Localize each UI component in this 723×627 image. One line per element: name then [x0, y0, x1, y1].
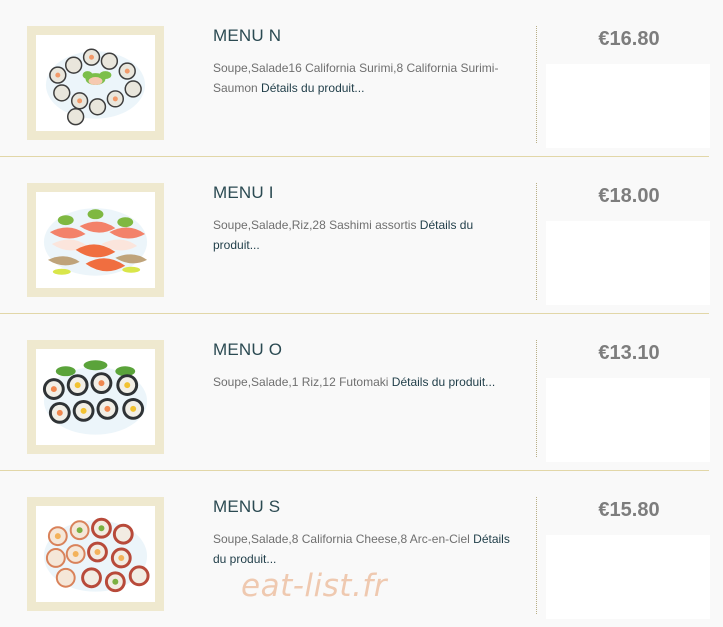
- add-to-cart-area[interactable]: [546, 221, 710, 305]
- menu-info: MENU S Soupe,Salade,8 California Cheese,…: [213, 497, 523, 569]
- menu-description: Soupe,Salade16 California Surimi,8 Calif…: [213, 58, 523, 98]
- column-divider: [536, 183, 537, 300]
- california-rolls-image[interactable]: [36, 506, 155, 602]
- menu-list: MENU N Soupe,Salade16 California Surimi,…: [0, 0, 723, 627]
- product-image-frame[interactable]: [27, 497, 164, 611]
- sashimi-assortment-image[interactable]: [36, 192, 155, 288]
- menu-info: MENU I Soupe,Salade,Riz,28 Sashimi assor…: [213, 183, 523, 255]
- menu-price: €13.10: [598, 342, 660, 364]
- menu-price: €15.80: [598, 499, 660, 521]
- menu-price: €16.80: [598, 28, 660, 50]
- add-to-cart-area[interactable]: [546, 378, 710, 462]
- product-details-link[interactable]: Détails du produit...: [392, 375, 495, 389]
- column-divider: [536, 497, 537, 614]
- add-to-cart-area[interactable]: [546, 535, 710, 619]
- menu-price: €18.00: [598, 185, 660, 207]
- product-image-frame[interactable]: [27, 26, 164, 140]
- watermark: eat-list.fr: [241, 568, 387, 604]
- product-image-frame[interactable]: [27, 340, 164, 454]
- menu-title[interactable]: MENU N: [213, 26, 523, 46]
- menu-title[interactable]: MENU S: [213, 497, 523, 517]
- menu-item: MENU N Soupe,Salade16 California Surimi,…: [0, 0, 710, 157]
- menu-title[interactable]: MENU I: [213, 183, 523, 203]
- futomaki-image[interactable]: [36, 349, 155, 445]
- menu-item: MENU I Soupe,Salade,Riz,28 Sashimi assor…: [0, 157, 710, 314]
- menu-info: MENU N Soupe,Salade16 California Surimi,…: [213, 26, 523, 98]
- column-divider: [536, 26, 537, 143]
- product-details-link[interactable]: Détails du produit...: [261, 81, 364, 95]
- menu-description-text: Soupe,Salade,1 Riz,12 Futomaki: [213, 375, 389, 389]
- menu-item: MENU O Soupe,Salade,1 Riz,12 Futomaki Dé…: [0, 314, 710, 471]
- menu-info: MENU O Soupe,Salade,1 Riz,12 Futomaki Dé…: [213, 340, 523, 392]
- product-image-frame[interactable]: [27, 183, 164, 297]
- column-divider: [536, 340, 537, 457]
- menu-description-text: Soupe,Salade,Riz,28 Sashimi assortis: [213, 218, 417, 232]
- add-to-cart-area[interactable]: [546, 64, 710, 148]
- menu-description: Soupe,Salade,1 Riz,12 Futomaki Détails d…: [213, 372, 523, 392]
- menu-title[interactable]: MENU O: [213, 340, 523, 360]
- menu-description: Soupe,Salade,8 California Cheese,8 Arc-e…: [213, 529, 523, 569]
- menu-description: Soupe,Salade,Riz,28 Sashimi assortis Dét…: [213, 215, 523, 255]
- menu-description-text: Soupe,Salade,8 California Cheese,8 Arc-e…: [213, 532, 470, 546]
- sushi-rolls-image[interactable]: [36, 35, 155, 131]
